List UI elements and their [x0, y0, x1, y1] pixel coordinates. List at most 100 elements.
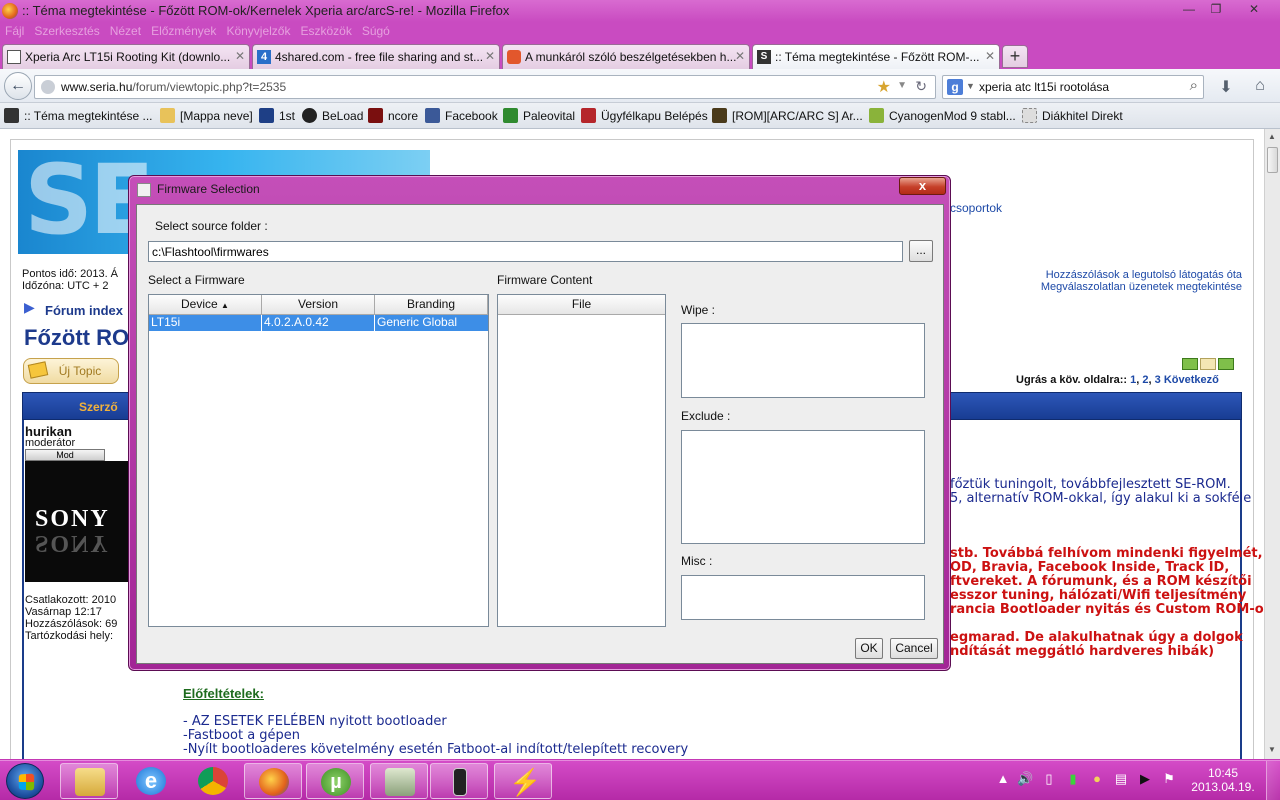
exclude-label: Exclude : [681, 409, 731, 423]
page-link-2[interactable]: 2 [1142, 374, 1148, 386]
new-tab-button[interactable]: + [1002, 45, 1028, 68]
page-link-1[interactable]: 1 [1130, 374, 1136, 386]
firmware-table[interactable]: Device ▲ Version Branding LT15i 4.0.2.A.… [148, 294, 489, 627]
taskbar-ie[interactable]: e [122, 763, 180, 799]
wipe-list[interactable] [681, 323, 925, 398]
unanswered-link[interactable]: Megválaszolatlan üzenetek megtekintése [1000, 281, 1242, 293]
taskbar-firefox[interactable] [244, 763, 302, 799]
url-text[interactable]: www.seria.hu/forum/viewtopic.php?t=2535 [61, 80, 286, 94]
tab-close-icon[interactable]: ✕ [235, 49, 245, 63]
search-icon[interactable]: ⌕ [1190, 77, 1198, 94]
bookmark-item[interactable]: CyanogenMod 9 stabl... [869, 108, 1016, 123]
search-bar[interactable]: g ▼ xperia atc lt15i rootolása ⌕ [942, 75, 1204, 99]
bookmark-item[interactable]: [ROM][ARC/ARC S] Ar... [712, 108, 863, 123]
browse-folder-button[interactable]: ... [909, 240, 933, 262]
next-page-icon[interactable] [1218, 358, 1234, 370]
page-scrollbar[interactable]: ▲ ▼ [1264, 129, 1280, 759]
bookmark-star-icon[interactable]: ★ [877, 77, 891, 97]
download-icon[interactable]: ⬇ [1216, 77, 1236, 97]
dialog-content: Select source folder : c:\Flashtool\firm… [136, 204, 944, 664]
new-posts-link[interactable]: Hozzászólások a legutolsó látogatás óta [1015, 269, 1242, 281]
action-center-flag-icon[interactable]: ⚑ [1161, 771, 1177, 787]
volume-icon[interactable]: 🔊 [1017, 771, 1033, 787]
site-identity-icon[interactable] [41, 80, 55, 94]
column-header-file[interactable]: File [498, 295, 665, 315]
top-right-link[interactable]: csoportok [950, 201, 1002, 215]
forum-index-link[interactable]: Fórum index [45, 303, 123, 318]
address-bar[interactable]: www.seria.hu/forum/viewtopic.php?t=2535 … [34, 75, 936, 99]
tab-xperia-rooting-kit[interactable]: Xperia Arc LT15i Rooting Kit (downlo... … [2, 44, 250, 69]
url-dropdown-icon[interactable]: ▼ [897, 80, 907, 91]
tray-expand-icon[interactable]: ▲ [995, 771, 1011, 787]
cell-version[interactable]: 4.0.2.A.0.42 [262, 315, 375, 331]
prev-page-icon[interactable] [1182, 358, 1198, 370]
maximize-button[interactable]: ❐ [1203, 1, 1229, 18]
column-header-branding[interactable]: Branding [375, 295, 488, 315]
back-button[interactable]: ← [4, 72, 32, 100]
tab-close-icon[interactable]: ✕ [485, 49, 495, 63]
next-page-link[interactable]: Következő [1164, 374, 1219, 386]
battery-icon[interactable]: ▮ [1065, 771, 1081, 787]
scroll-down-icon[interactable]: ▼ [1268, 745, 1276, 754]
show-desktop-button[interactable] [1266, 761, 1280, 800]
scrollbar-thumb[interactable] [1267, 147, 1278, 173]
dialog-close-button[interactable]: x [899, 177, 946, 195]
source-folder-field[interactable]: c:\Flashtool\firmwares [148, 241, 903, 262]
ok-button[interactable]: OK [855, 638, 883, 659]
page-nav-icons[interactable] [1182, 358, 1238, 372]
tab-4shared[interactable]: 4 4shared.com - free file sharing and st… [252, 44, 500, 69]
taskbar-explorer[interactable] [60, 763, 118, 799]
close-window-button[interactable]: ✕ [1240, 1, 1268, 18]
taskbar-phone[interactable] [430, 763, 488, 799]
reload-icon[interactable]: ↻ [915, 78, 927, 95]
menu-tools[interactable]: Eszközök [295, 22, 356, 38]
network-icon[interactable]: ▤ [1113, 771, 1129, 787]
start-button[interactable] [6, 763, 44, 799]
misc-list[interactable] [681, 575, 925, 620]
menu-bookmarks[interactable]: Könyvjelzők [221, 22, 295, 38]
taskbar-utorrent[interactable]: µ [306, 763, 364, 799]
scroll-up-icon[interactable]: ▲ [1268, 132, 1276, 141]
tab-close-icon[interactable]: ✕ [735, 49, 745, 63]
bookmark-item[interactable]: [Mappa neve] [160, 108, 253, 123]
google-icon[interactable]: g [947, 79, 963, 95]
column-header-device[interactable]: Device ▲ [149, 295, 262, 315]
menu-history[interactable]: Előzmények [146, 22, 221, 38]
menu-view[interactable]: Nézet [105, 22, 146, 38]
menu-file[interactable]: Fájl [0, 22, 29, 38]
bookmark-item[interactable]: :: Téma megtekintése ... [4, 108, 153, 123]
tray-app-icon[interactable]: ● [1089, 771, 1105, 787]
bookmark-item[interactable]: Diákhitel Direkt [1022, 108, 1123, 123]
bookmark-item[interactable]: ncore [368, 108, 418, 123]
taskbar-clock[interactable]: 10:45 2013.04.19. [1190, 766, 1256, 794]
bookmark-item[interactable]: Paleovital [503, 108, 575, 123]
home-icon[interactable]: ⌂ [1250, 77, 1270, 97]
bookmark-item[interactable]: Facebook [425, 108, 498, 123]
bookmark-item[interactable]: Ügyfélkapu Belépés [581, 108, 708, 123]
firmware-content-table[interactable]: File [497, 294, 666, 627]
search-input[interactable]: xperia atc lt15i rootolása [979, 80, 1109, 94]
taskbar-chrome[interactable] [184, 763, 242, 799]
cell-device[interactable]: LT15i [149, 315, 262, 331]
minimize-button[interactable]: — [1176, 1, 1202, 18]
device-icon[interactable]: ▯ [1041, 771, 1057, 787]
tab-close-icon[interactable]: ✕ [985, 49, 995, 63]
exclude-list[interactable] [681, 430, 925, 544]
tab-munkarol[interactable]: A munkáról szóló beszélgetésekben h... ✕ [502, 44, 750, 69]
search-engine-dropdown-icon[interactable]: ▼ [966, 81, 975, 91]
utorrent-icon: µ [321, 768, 351, 796]
page-icon[interactable] [1200, 358, 1216, 370]
media-icon[interactable]: ▶ [1137, 771, 1153, 787]
menu-help[interactable]: Súgó [357, 22, 395, 38]
tab-tema-megtekintese[interactable]: S :: Téma megtekintése - Főzött ROM-... … [752, 44, 1000, 69]
new-topic-button[interactable]: Új Topic [23, 358, 119, 384]
column-header-version[interactable]: Version [262, 295, 375, 315]
cancel-button[interactable]: Cancel [890, 638, 938, 659]
taskbar-system[interactable] [370, 763, 428, 799]
taskbar-flashtool[interactable]: ⚡ [494, 763, 552, 799]
page-link-3[interactable]: 3 [1155, 374, 1161, 386]
menu-edit[interactable]: Szerkesztés [29, 22, 104, 38]
bookmark-item[interactable]: BeLoad [302, 108, 363, 123]
cell-branding[interactable]: Generic Global [375, 315, 488, 331]
bookmark-item[interactable]: 1st [259, 108, 295, 123]
